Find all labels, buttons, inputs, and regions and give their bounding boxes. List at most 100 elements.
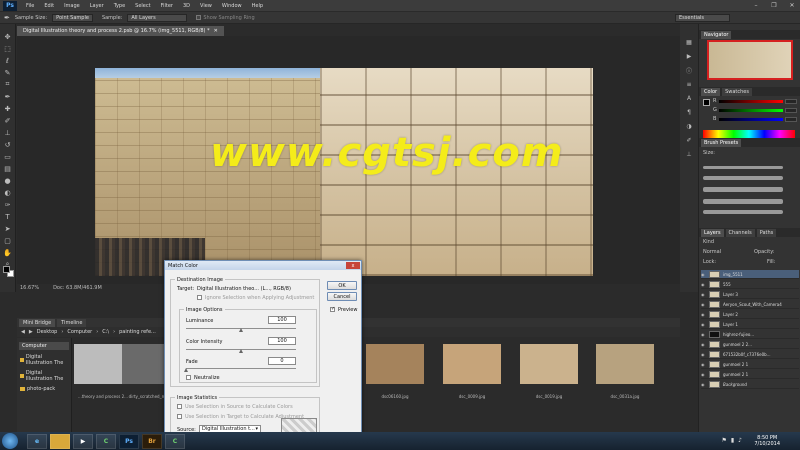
layer-row[interactable]: ◉ 555 — [701, 280, 799, 289]
eye-icon[interactable]: ◉ — [701, 382, 706, 387]
dialog-close-button[interactable]: x — [346, 262, 360, 269]
history-icon[interactable]: ▦ — [685, 38, 694, 46]
eyedropper-icon[interactable]: ✒ — [4, 14, 10, 22]
brush-preset[interactable] — [703, 210, 783, 214]
minimize-icon[interactable]: – — [750, 1, 762, 10]
eye-icon[interactable]: ◉ — [701, 312, 706, 317]
eye-icon[interactable]: ◉ — [701, 372, 706, 377]
clock[interactable]: 8:50 PM 7/10/2014 — [754, 435, 780, 447]
brush-tool-icon[interactable]: ✐ — [2, 116, 13, 125]
tab-mini-bridge[interactable]: Mini Bridge — [19, 318, 56, 327]
flag-icon[interactable]: ⚑ — [721, 437, 726, 444]
layer-row[interactable]: ◉ highrez-fujieo... — [701, 330, 799, 339]
show-ring-checkbox[interactable]: Show Sampling Ring — [196, 15, 255, 21]
luminance-slider[interactable] — [239, 328, 243, 332]
dodge-tool-icon[interactable]: ◐ — [2, 188, 13, 197]
thumbnail[interactable]: dsc06160.jpg — [366, 342, 424, 402]
sidebar-item[interactable]: Digital Illustration The — [17, 368, 71, 384]
breadcrumb-folder[interactable]: painting refe... — [119, 329, 156, 335]
brush-preset[interactable] — [703, 187, 783, 192]
media-player-icon[interactable]: ▶ — [73, 433, 93, 449]
layer-row[interactable]: ◉ 671532b0f_c7376e0b... — [701, 350, 799, 359]
workspace-select[interactable]: Essentials — [675, 14, 730, 22]
history-brush-tool-icon[interactable]: ↺ — [2, 140, 13, 149]
tab-channels[interactable]: Channels — [725, 228, 755, 237]
sample-select[interactable]: All Layers — [127, 13, 188, 22]
red-slider[interactable]: R — [713, 98, 797, 104]
sample-size-select[interactable]: Point Sample — [52, 13, 93, 22]
tab-color[interactable]: Color — [701, 87, 721, 96]
tab-paths[interactable]: Paths — [756, 228, 777, 237]
back-icon[interactable]: ◀ — [21, 329, 25, 335]
dialog-titlebar[interactable]: Match Color x — [165, 261, 361, 270]
info-icon[interactable]: ⓘ — [685, 66, 694, 75]
layer-row[interactable]: ◉ Background — [701, 380, 799, 389]
layer-row[interactable]: ◉ Aeryon_Scout_With_Camera4 — [701, 300, 799, 309]
eye-icon[interactable]: ◉ — [701, 362, 706, 367]
menu-help[interactable]: Help — [247, 3, 268, 9]
menu-window[interactable]: Window — [217, 3, 247, 9]
gradient-tool-icon[interactable]: ▤ — [2, 164, 13, 173]
pen-tool-icon[interactable]: ✑ — [2, 200, 13, 209]
layer-row[interactable]: ◉ Layer 3 — [701, 290, 799, 299]
neutralize-checkbox[interactable] — [186, 375, 191, 380]
type-tool-icon[interactable]: T — [2, 212, 13, 221]
eye-icon[interactable]: ◉ — [701, 322, 706, 327]
adjustments-icon[interactable]: ◑ — [685, 122, 694, 130]
folder-icon[interactable] — [50, 433, 70, 449]
tab-brush-presets[interactable]: Brush Presets — [701, 138, 742, 147]
tab-navigator[interactable]: Navigator — [701, 30, 732, 39]
camtasia-recorder-icon[interactable]: C — [165, 433, 185, 449]
tab-swatches[interactable]: Swatches — [722, 87, 752, 96]
lasso-tool-icon[interactable]: ℓ — [2, 56, 13, 65]
bridge-icon[interactable]: Br — [142, 433, 162, 449]
move-tool-icon[interactable]: ✥ — [2, 32, 13, 41]
ignore-selection-checkbox[interactable] — [197, 295, 202, 300]
blue-slider[interactable]: B — [713, 116, 797, 122]
color-spectrum[interactable] — [703, 130, 795, 138]
menu-type[interactable]: Type — [109, 3, 130, 9]
color-fg-swatch[interactable] — [703, 99, 710, 106]
menu-layer[interactable]: Layer — [85, 3, 109, 9]
brush-panel-icon[interactable]: ✐ — [685, 136, 694, 144]
menu-3d[interactable]: 3D — [178, 3, 195, 9]
healing-tool-icon[interactable]: ✚ — [2, 104, 13, 113]
blur-tool-icon[interactable]: ● — [2, 176, 13, 185]
layer-row[interactable]: ◉ gunmoel 2 2... — [701, 340, 799, 349]
crop-tool-icon[interactable]: ⌗ — [2, 80, 13, 89]
close-icon[interactable]: ✕ — [786, 1, 798, 10]
properties-icon[interactable]: ≡ — [685, 80, 694, 88]
eye-icon[interactable]: ◉ — [701, 352, 706, 357]
menu-image[interactable]: Image — [59, 3, 85, 9]
intensity-slider[interactable] — [239, 349, 243, 353]
close-tab-icon[interactable]: ✕ — [214, 28, 218, 34]
document-tab[interactable]: Digital Illustration theory and process … — [17, 26, 224, 36]
eye-icon[interactable]: ◉ — [701, 302, 706, 307]
brush-preset[interactable] — [703, 199, 783, 204]
actions-icon[interactable]: ▶ — [685, 52, 694, 60]
eye-icon[interactable]: ◉ — [701, 282, 706, 287]
sidebar-header[interactable]: Computer — [19, 342, 69, 350]
eye-icon[interactable]: ◉ — [701, 292, 706, 297]
menu-file[interactable]: File — [21, 3, 39, 9]
eyedropper-tool-icon[interactable]: ✒ — [2, 92, 13, 101]
cancel-button[interactable]: Cancel — [327, 292, 357, 301]
layer-row[interactable]: ◉ gunmoel 2 1 — [701, 370, 799, 379]
ok-button[interactable]: OK — [327, 281, 357, 290]
breadcrumb-desktop[interactable]: Desktop — [37, 329, 58, 335]
navigator-preview[interactable] — [707, 40, 793, 80]
brush-preset[interactable] — [703, 166, 783, 169]
sidebar-item[interactable]: photo-pack — [17, 384, 71, 394]
hand-tool-icon[interactable]: ✋ — [2, 248, 13, 257]
camtasia-icon[interactable]: C — [96, 433, 116, 449]
eye-icon[interactable]: ◉ — [701, 342, 706, 347]
use-selection-source-checkbox[interactable] — [177, 404, 182, 409]
internet-explorer-icon[interactable]: e — [27, 433, 47, 449]
clone-source-icon[interactable]: ⊥ — [685, 150, 694, 158]
clone-stamp-tool-icon[interactable]: ⊥ — [2, 128, 13, 137]
layer-row[interactable]: ◉ gunmoel 2 1 — [701, 360, 799, 369]
tab-timeline[interactable]: Timeline — [57, 318, 87, 327]
layer-row[interactable]: ◉ Layer 1 — [701, 320, 799, 329]
start-button[interactable] — [2, 433, 18, 449]
restore-icon[interactable]: ❐ — [768, 1, 780, 10]
